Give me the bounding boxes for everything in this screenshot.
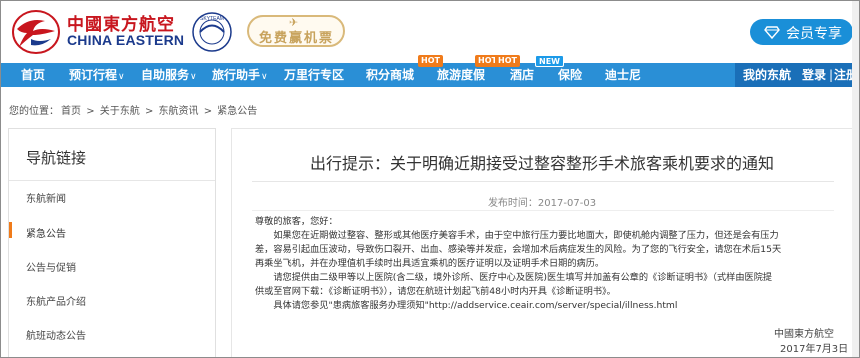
- logo-english-text[interactable]: CHINA EASTERN: [67, 32, 184, 48]
- article-sign-date: 2017年7月3日: [780, 344, 849, 355]
- breadcrumb: 您的位置： 首页 > 关于东航 > 东航资讯 > 紧急公告: [9, 102, 259, 117]
- article-line: 差，容易引起血压波动，导致伤口裂开、出血、感染等并发症，会增加术后病症发生的风险…: [255, 244, 782, 255]
- chevron-down-icon: ∨: [118, 72, 125, 82]
- breadcrumb-current: 紧急公告: [217, 106, 258, 117]
- vertical-scrollbar[interactable]: [852, 1, 859, 357]
- article-panel: 出行提示：关于明确近期接受过整容整形手术旅客乘机要求的通知 发布时间：2017-…: [231, 128, 853, 357]
- breadcrumb-news[interactable]: 东航资讯: [159, 106, 199, 117]
- sidebar-item-news[interactable]: 东航新闻: [26, 190, 66, 205]
- breadcrumb-separator: >: [203, 106, 213, 117]
- article-greeting: 尊敬的旅客，您好：: [255, 216, 338, 227]
- free-ticket-label: 免费赢机票: [259, 31, 335, 46]
- nav-points-mall[interactable]: 积分商城 HOT: [366, 55, 443, 87]
- chevron-down-icon: ∨: [190, 72, 197, 82]
- publish-date: 发布时间：2017-07-03: [487, 198, 597, 209]
- svg-text:SKYTEAM: SKYTEAM: [200, 16, 224, 22]
- nav-self-service[interactable]: 自助服务∨: [141, 63, 197, 87]
- nav-eastern-miles[interactable]: 万里行专区: [284, 63, 344, 87]
- breadcrumb-home[interactable]: 首页: [61, 106, 81, 117]
- new-badge: NEW: [535, 55, 564, 67]
- nav-home[interactable]: 首页: [21, 63, 45, 87]
- chevron-down-icon: ∨: [261, 72, 268, 82]
- skyteam-logo-icon[interactable]: SKYTEAM: [191, 11, 233, 53]
- article-link-line[interactable]: 具体请您参见"患病旅客服务办理须知"http://addservice.ceai…: [255, 299, 677, 313]
- sidebar-item-urgent-notice[interactable]: 紧急公告: [26, 225, 66, 240]
- nav-booking[interactable]: 预订行程∨: [69, 63, 125, 87]
- diamond-icon: [764, 26, 780, 40]
- sidebar-title: 导航链接: [26, 149, 87, 167]
- sidebar-item-products[interactable]: 东航产品介绍: [26, 293, 86, 308]
- nav-disney[interactable]: 迪士尼: [605, 63, 641, 87]
- article-line: 供或至官网下载：《诊断证明书》），请您在航班计划起飞前48小时内开具《诊断证明书…: [255, 286, 616, 297]
- sidebar-item-promotions[interactable]: 公告与促销: [26, 259, 76, 274]
- breadcrumb-separator: >: [86, 106, 95, 117]
- login-link[interactable]: 登录: [802, 63, 826, 87]
- breadcrumb-separator: >: [144, 106, 154, 117]
- swallow-logo-icon[interactable]: [11, 9, 61, 55]
- my-eastern-link[interactable]: 我的东航: [743, 63, 791, 87]
- sidebar-nav: 导航链接 东航新闻 紧急公告 公告与促销 东航产品介绍 航班动态公告: [8, 128, 216, 357]
- member-exclusive-label: 会员专享: [786, 26, 842, 42]
- browser-page: 中國東方航空 CHINA EASTERN SKYTEAM ✈ 免费赢机票 会员专…: [0, 0, 860, 358]
- member-exclusive-button[interactable]: 会员专享: [750, 19, 853, 45]
- nav-travel-assistant[interactable]: 旅行助手∨: [212, 63, 268, 87]
- login-register-separator: |: [829, 68, 834, 82]
- site-header: 中國東方航空 CHINA EASTERN SKYTEAM ✈ 免费赢机票 会员专…: [1, 1, 859, 63]
- article-line: 再乘坐飞机，并在办理值机手续时出具适宜乘机的医疗证明以及证明手术日期的病历。: [255, 258, 605, 269]
- article-title: 出行提示：关于明确近期接受过整容整形手术旅客乘机要求的通知: [309, 154, 774, 173]
- hot-badge: HOT: [495, 55, 520, 67]
- article-line: 如果您在近期做过整容、整形或其他医疗美容手术，由于空中旅行压力要比地面大，即使机…: [255, 230, 779, 241]
- sidebar-active-indicator: [9, 222, 12, 238]
- article-line: 请您提供由二级甲等以上医院(含二级，境外诊所、医疗中心及医院)医生填写并加盖有公…: [255, 272, 773, 283]
- free-ticket-promo-button[interactable]: ✈ 免费赢机票: [247, 15, 345, 47]
- nav-travel-vacation[interactable]: 旅游度假 HOT: [437, 55, 500, 87]
- sidebar-divider: [9, 180, 215, 181]
- breadcrumb-prefix: 您的位置：: [9, 106, 59, 117]
- main-nav: 首页 预订行程∨ 自助服务∨ 旅行助手∨ 万里行专区 积分商城 HOT 旅游度假 H…: [1, 55, 859, 87]
- date-divider: [252, 210, 834, 211]
- sidebar-item-flight-status[interactable]: 航班动态公告: [26, 327, 86, 342]
- breadcrumb-about[interactable]: 关于东航: [100, 106, 140, 117]
- article-signature: 中國東方航空: [774, 329, 834, 340]
- title-divider: [252, 181, 834, 182]
- nav-account-area: 我的东航 登录 | 注册: [735, 63, 859, 87]
